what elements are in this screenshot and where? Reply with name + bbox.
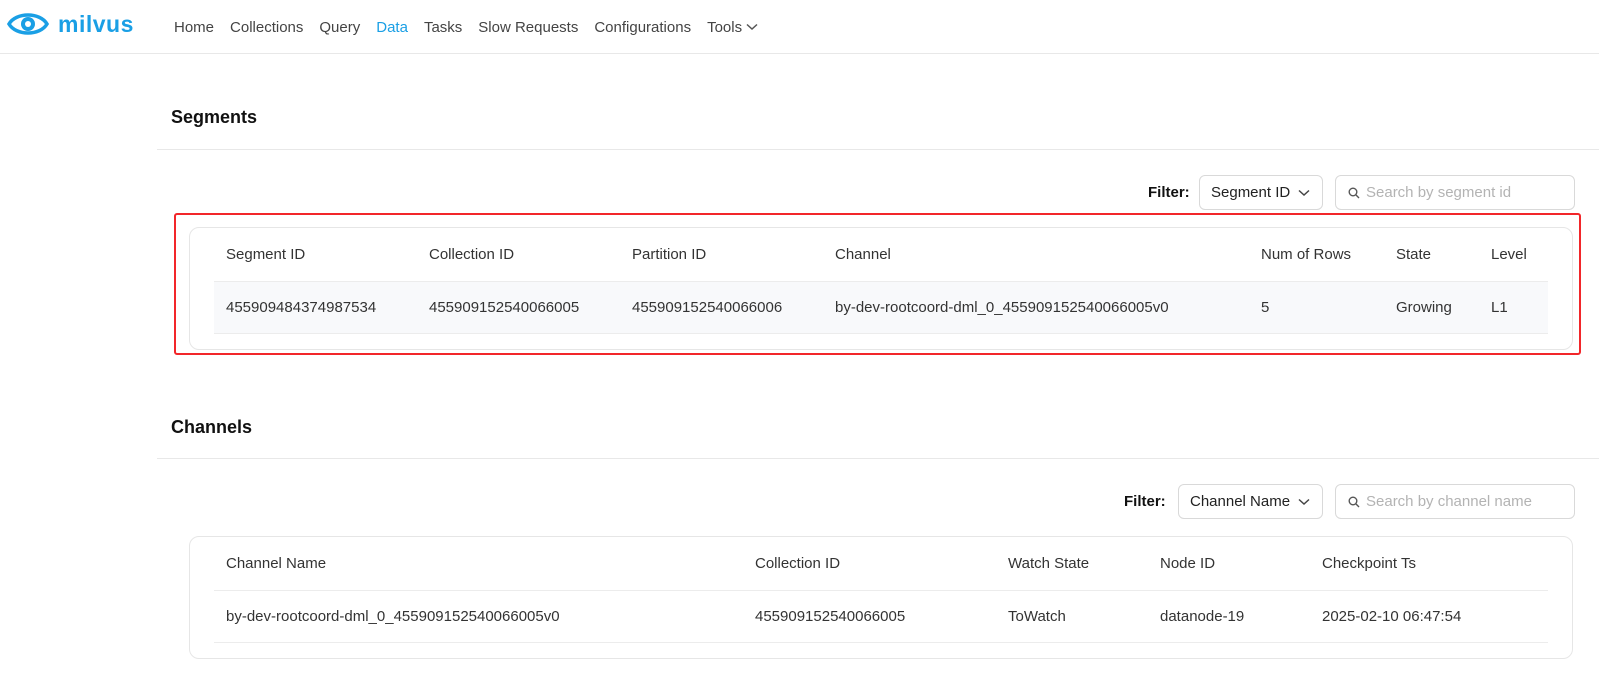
- table-header-row: Segment ID Collection ID Partition ID Ch…: [214, 228, 1548, 282]
- segments-search-input[interactable]: [1366, 184, 1556, 201]
- channels-table-card: Channel Name Collection ID Watch State N…: [189, 536, 1573, 659]
- search-icon: [1348, 187, 1360, 198]
- cell-level: L1: [1479, 281, 1548, 334]
- nav-item-label: Home: [174, 18, 215, 36]
- chevron-down-icon: [1298, 498, 1310, 505]
- channels-filter-select[interactable]: Channel Name: [1178, 484, 1323, 519]
- channels-title: Channels: [171, 417, 253, 437]
- segments-table: Segment ID Collection ID Partition ID Ch…: [214, 228, 1548, 334]
- segments-title: Segments: [171, 107, 258, 127]
- segments-divider: [157, 149, 1599, 150]
- segments-search-box: [1335, 175, 1575, 210]
- nav-item-data[interactable]: Data: [376, 19, 408, 36]
- nav-item-label: Tools: [707, 18, 743, 36]
- cell-partition-id: 455909152540066006: [620, 281, 823, 334]
- cell-collection-id: 455909152540066005: [417, 281, 620, 334]
- segments-filter-select[interactable]: Segment ID: [1199, 175, 1323, 210]
- milvus-logo[interactable]: milvus: [6, 6, 134, 42]
- cell-segment-id: 455909484374987534: [214, 281, 417, 334]
- channels-search-box: [1335, 484, 1575, 519]
- channels-divider: [157, 458, 1599, 459]
- col-state[interactable]: State: [1384, 228, 1479, 282]
- nav-item-label: Collections: [230, 18, 304, 36]
- channels-filter-label: Filter:: [1124, 493, 1166, 510]
- main-nav: Home Collections Query Data Tasks Slow R…: [174, 0, 774, 54]
- cell-num-of-rows: 5: [1249, 281, 1384, 334]
- logo-text: milvus: [58, 10, 134, 37]
- segments-filter-value: Segment ID: [1211, 184, 1291, 201]
- search-icon: [1348, 496, 1360, 507]
- cell-state: Growing: [1384, 281, 1479, 334]
- nav-item-label: Slow Requests: [478, 18, 579, 36]
- col-collection-id[interactable]: Collection ID: [417, 228, 620, 282]
- col-num-of-rows[interactable]: Num of Rows: [1249, 228, 1384, 282]
- top-navbar: milvus Home Collections Query Data Tasks…: [0, 0, 1599, 54]
- nav-item-query[interactable]: Query: [319, 19, 360, 36]
- channels-table: Channel Name Collection ID Watch State N…: [214, 537, 1548, 643]
- nav-item-tasks[interactable]: Tasks: [424, 19, 462, 36]
- chevron-down-icon: [746, 23, 758, 31]
- channels-search-input[interactable]: [1366, 493, 1556, 510]
- col-level[interactable]: Level: [1479, 228, 1548, 282]
- nav-item-home[interactable]: Home: [174, 19, 214, 36]
- channels-filter-value: Channel Name: [1190, 493, 1291, 510]
- nav-item-label: Data: [376, 18, 408, 36]
- cell-collection-id: 455909152540066005: [743, 590, 996, 643]
- nav-item-label: Configurations: [594, 18, 692, 36]
- cell-channel: by-dev-rootcoord-dml_0_45590915254006600…: [823, 281, 1249, 334]
- col-node-id[interactable]: Node ID: [1148, 537, 1310, 591]
- col-watch-state[interactable]: Watch State: [996, 537, 1148, 591]
- nav-item-tools[interactable]: Tools: [707, 19, 758, 36]
- col-segment-id[interactable]: Segment ID: [214, 228, 417, 282]
- segments-table-card: Segment ID Collection ID Partition ID Ch…: [189, 227, 1573, 350]
- col-collection-id[interactable]: Collection ID: [743, 537, 996, 591]
- milvus-eye-icon: [6, 13, 50, 35]
- nav-item-slow-requests[interactable]: Slow Requests: [478, 19, 578, 36]
- nav-item-collections[interactable]: Collections: [230, 19, 303, 36]
- table-row[interactable]: 455909484374987534 455909152540066005 45…: [214, 281, 1548, 334]
- cell-channel-name: by-dev-rootcoord-dml_0_45590915254006600…: [214, 590, 743, 643]
- table-header-row: Channel Name Collection ID Watch State N…: [214, 537, 1548, 591]
- col-partition-id[interactable]: Partition ID: [620, 228, 823, 282]
- cell-checkpoint-ts: 2025-02-10 06:47:54: [1310, 590, 1548, 643]
- col-channel-name[interactable]: Channel Name: [214, 537, 743, 591]
- nav-item-label: Tasks: [423, 18, 463, 36]
- table-row[interactable]: by-dev-rootcoord-dml_0_45590915254006600…: [214, 590, 1548, 643]
- col-checkpoint-ts[interactable]: Checkpoint Ts: [1310, 537, 1548, 591]
- cell-watch-state: ToWatch: [996, 590, 1148, 643]
- cell-node-id: datanode-19: [1148, 590, 1310, 643]
- nav-item-configurations[interactable]: Configurations: [594, 19, 691, 36]
- nav-item-label: Query: [319, 18, 361, 36]
- segments-filter-label: Filter:: [1148, 184, 1190, 201]
- chevron-down-icon: [1298, 189, 1310, 196]
- col-channel[interactable]: Channel: [823, 228, 1249, 282]
